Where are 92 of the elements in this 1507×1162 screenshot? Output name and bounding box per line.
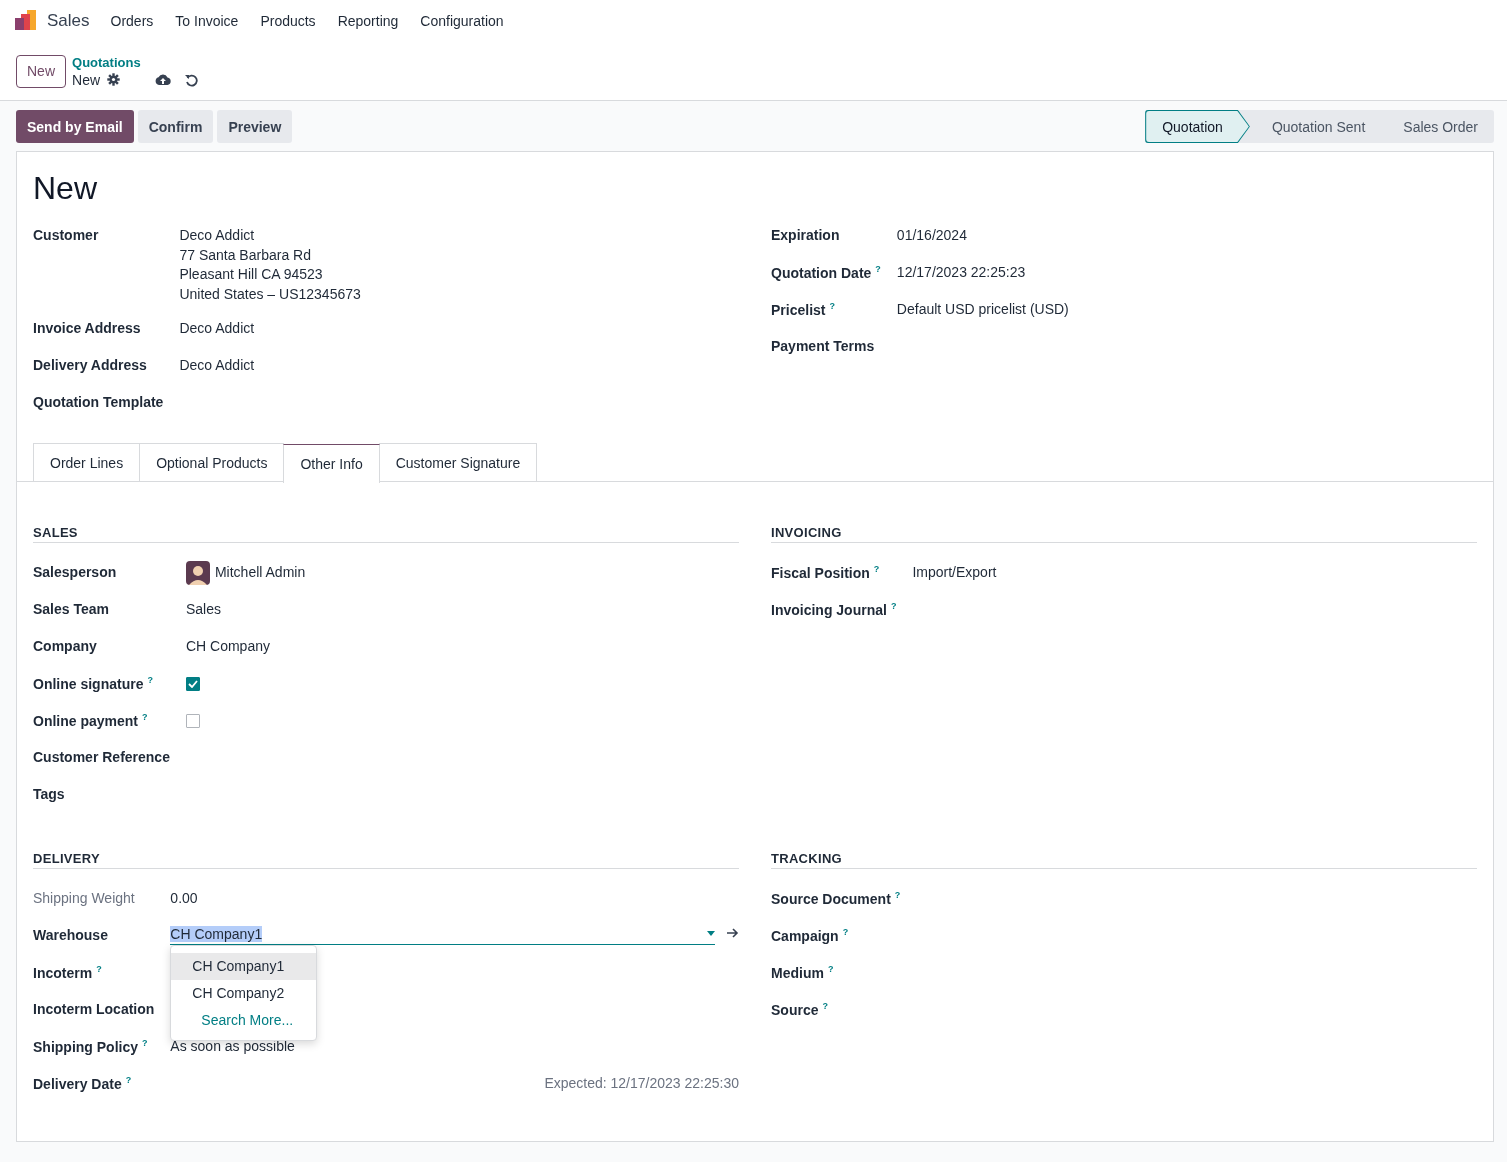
field-label: Invoice Address — [33, 319, 142, 338]
caret-icon — [707, 931, 715, 936]
tab[interactable]: Customer Signature — [378, 443, 538, 481]
app-logo-icon — [15, 10, 37, 32]
field-label: Payment Terms — [771, 337, 876, 356]
cloud-upload-icon[interactable] — [155, 73, 172, 86]
field-value: Mitchell Admin — [214, 563, 306, 580]
field-label: Quotation Date $^{?}$ — [771, 263, 881, 283]
status-stage[interactable]: Sales Order — [1381, 110, 1494, 143]
action-button[interactable]: Preview — [217, 110, 293, 143]
record-title: New — [33, 169, 98, 208]
dropdown-option[interactable]: CH Company1 — [171, 953, 317, 980]
checkbox[interactable] — [185, 677, 200, 691]
help-mark[interactable]: ? — [142, 1038, 148, 1048]
field-label: Expiration — [771, 226, 841, 245]
help-mark[interactable]: ? — [842, 927, 849, 937]
status-stage[interactable]: Quotation — [1145, 110, 1250, 143]
section-heading: SALES — [33, 525, 739, 543]
breadcrumb-current: New — [72, 71, 101, 88]
help-mark[interactable]: ? — [147, 675, 153, 685]
new-button[interactable]: New — [16, 54, 66, 88]
field-label: Online signature $^{?}$ — [33, 674, 154, 694]
field-label: Online payment $^{?}$ — [33, 711, 149, 731]
field-label: Campaign $^{?}$ — [771, 926, 850, 946]
breadcrumb-link[interactable]: Quotations — [72, 54, 199, 70]
app-name[interactable]: Sales — [47, 11, 90, 31]
field-label: Incoterm Location — [33, 1000, 155, 1019]
field-label: Shipping Weight — [33, 889, 136, 908]
address-line: United States – US12345673 — [179, 284, 362, 304]
dropdown-field[interactable]: CH Company1 — [170, 923, 715, 945]
arrow-right-icon[interactable] — [727, 928, 739, 938]
help-mark[interactable]: ? — [875, 264, 881, 274]
field-label: Incoterm $^{?}$ — [33, 963, 103, 983]
dropdown-option[interactable]: CH Company2 — [171, 980, 317, 1007]
field-value: Import/Export — [912, 564, 997, 580]
tab[interactable]: Other Info — [283, 444, 380, 483]
undo-icon[interactable] — [184, 72, 199, 87]
field-label: Fiscal Position $^{?}$ — [771, 563, 881, 583]
field-label: Customer Reference — [33, 748, 170, 767]
help-mark[interactable]: ? — [142, 712, 148, 722]
field-label: Medium $^{?}$ — [771, 963, 835, 983]
field-value: 0.00 — [170, 890, 198, 906]
field-value: As soon as possible — [170, 1038, 295, 1054]
action-button[interactable]: Send by Email — [16, 110, 134, 143]
menu-item[interactable]: Configuration — [420, 13, 504, 29]
field-label: Customer — [33, 226, 100, 245]
address-line: 77 Santa Barbara Rd — [179, 245, 312, 265]
help-mark[interactable]: ? — [822, 1001, 828, 1011]
section-heading: INVOICING — [771, 525, 1477, 543]
settings-icon[interactable] — [107, 73, 121, 86]
field-label: Source $^{?}$ — [771, 1000, 829, 1020]
field-label: Delivery Date $^{?}$ — [33, 1074, 133, 1094]
help-mark[interactable]: ? — [125, 1075, 132, 1085]
menu-item[interactable]: Reporting — [337, 13, 399, 29]
field-value: Default USD pricelist (USD) — [896, 301, 1069, 317]
field-label: Sales Team — [33, 600, 110, 619]
search-more-link[interactable]: Search More... — [171, 1007, 317, 1034]
section-heading: TRACKING — [771, 851, 1477, 869]
field-label: Company — [33, 637, 98, 656]
field-value: Sales — [185, 601, 221, 617]
field-label: Tags — [33, 785, 66, 804]
help-mark[interactable]: ? — [96, 964, 102, 974]
field-label: Warehouse — [33, 926, 109, 945]
section-heading: DELIVERY — [33, 851, 739, 869]
help-mark[interactable]: ? — [873, 564, 880, 574]
help-mark[interactable]: ? — [894, 890, 901, 900]
avatar-icon — [185, 561, 210, 585]
field-label: Source Document $^{?}$ — [771, 889, 901, 909]
tab[interactable]: Order Lines — [33, 443, 141, 481]
field-value: 12/17/2023 22:25:23 — [896, 264, 1026, 280]
field-value: CH Company — [185, 638, 270, 654]
help-mark[interactable]: ? — [890, 601, 897, 611]
action-button[interactable]: Confirm — [137, 110, 214, 143]
help-mark[interactable]: ? — [829, 301, 835, 311]
field-label: Salesperson — [33, 563, 118, 582]
checkbox[interactable] — [185, 714, 200, 728]
menu-item[interactable]: Products — [260, 13, 316, 29]
menu-item[interactable]: Orders — [110, 13, 154, 29]
address-line: Pleasant Hill CA 94523 — [179, 265, 324, 284]
field-value: Deco Addict — [179, 320, 255, 336]
expected-date: Expected: 12/17/2023 22:25:30 — [544, 1075, 739, 1091]
field-label: Shipping Policy $^{?}$ — [33, 1037, 149, 1057]
field-label: Quotation Template — [33, 393, 164, 412]
field-value: Deco Addict — [179, 357, 255, 373]
address-line: Deco Addict — [179, 226, 256, 245]
status-stage[interactable]: Quotation Sent — [1249, 110, 1382, 143]
menu-item[interactable]: To Invoice — [175, 13, 239, 29]
field-label: Invoicing Journal $^{?}$ — [771, 600, 897, 620]
field-label: Pricelist $^{?}$ — [771, 300, 836, 320]
help-mark[interactable]: ? — [827, 964, 834, 974]
field-label: Delivery Address — [33, 356, 148, 375]
field-value: 01/16/2024 — [896, 227, 967, 243]
